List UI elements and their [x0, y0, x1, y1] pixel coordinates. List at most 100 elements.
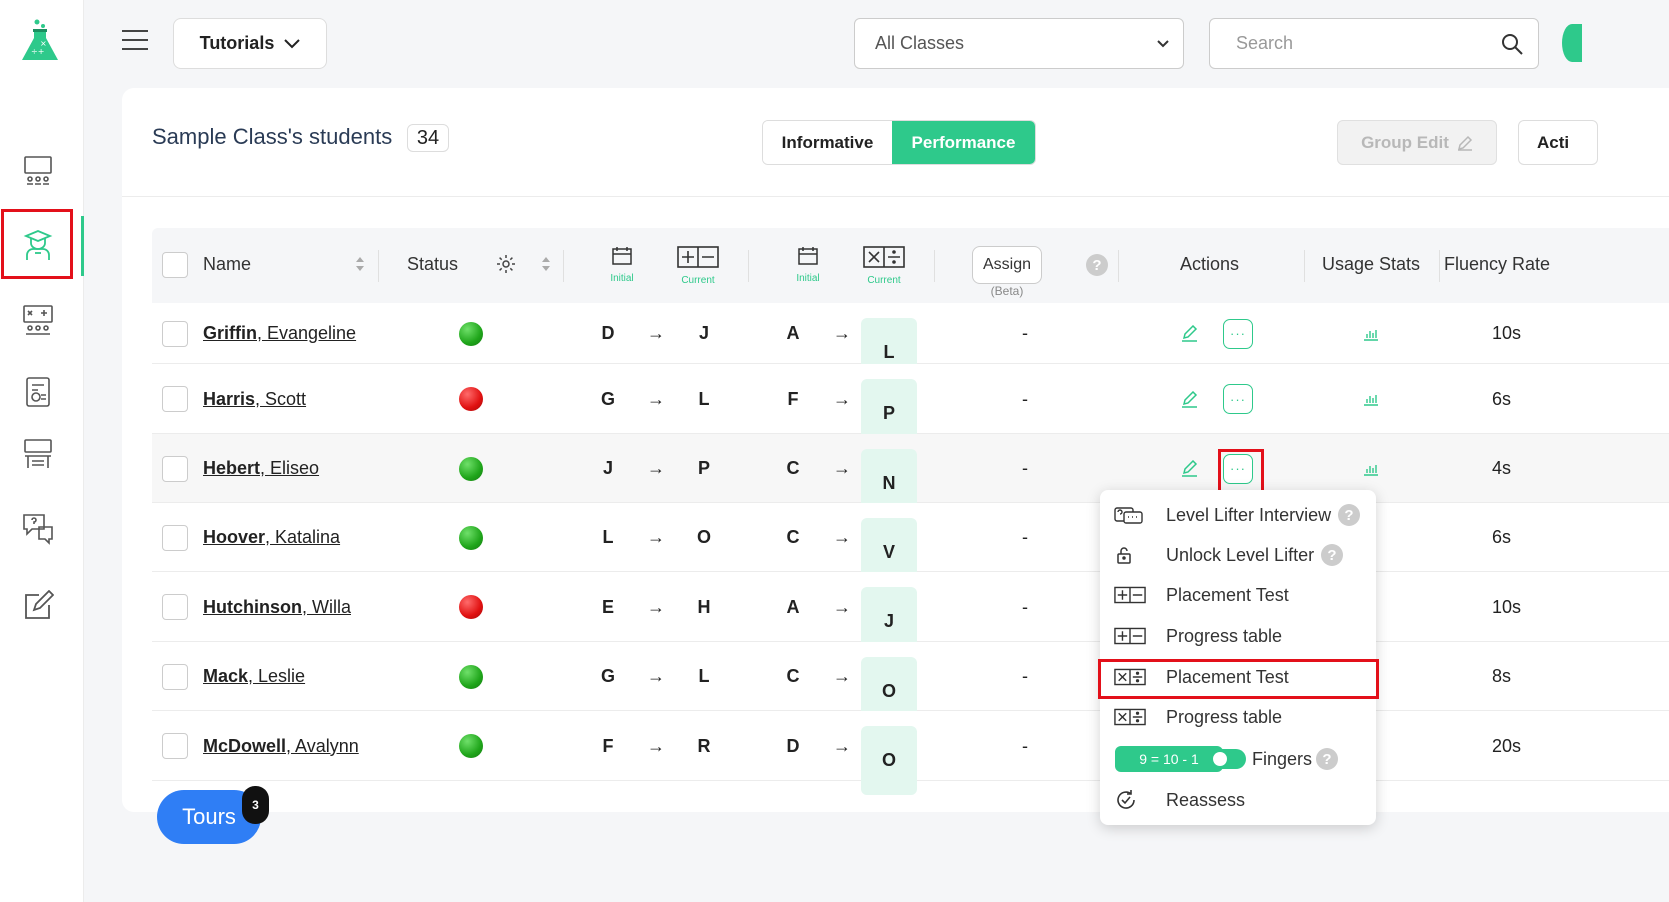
status-green-icon [459, 664, 483, 689]
more-options-button[interactable]: ··· [1223, 384, 1253, 414]
help-icon[interactable]: ? [1316, 748, 1338, 770]
tab-performance[interactable]: Performance [892, 121, 1035, 164]
arrow-right-icon: → [647, 596, 665, 617]
mul-initial-level: D [786, 735, 800, 756]
calendar-icon [798, 247, 818, 265]
student-name-link[interactable]: Griffin, Evangeline [203, 323, 356, 344]
add-current-level: H [697, 596, 711, 617]
add-initial-level: L [602, 527, 614, 547]
add-initial-level: E [601, 596, 614, 617]
more-options-button[interactable]: ··· [1223, 318, 1253, 349]
student-name-link[interactable]: Hebert, Eliseo [203, 458, 319, 479]
row-checkbox[interactable] [162, 524, 188, 551]
tutorials-button[interactable]: Tutorials [173, 18, 327, 69]
assign-value: - [1022, 596, 1028, 617]
table-row: Hebert, Eliseo J → P C → N - ··· 4s [152, 434, 1669, 518]
menu-item-label: Fingers [1252, 748, 1313, 769]
reassess-icon [1117, 790, 1135, 809]
add-initial-level: J [602, 458, 613, 478]
table-row: Hutchinson, WillaE→HA→J-···10s [152, 572, 1669, 656]
row-checkbox[interactable] [162, 594, 188, 620]
avatar[interactable] [1562, 24, 1582, 62]
edit-student-button[interactable] [1181, 364, 1198, 434]
student-name-link[interactable]: Mack, Leslie [203, 666, 305, 687]
assign-value: - [1022, 388, 1028, 409]
help-icon[interactable]: ? [1338, 504, 1360, 526]
arrow-right-icon: → [647, 527, 665, 547]
menu-item-label: Placement Test [1166, 584, 1289, 605]
menu-item-progress-table-add[interactable]: Progress table [1100, 617, 1376, 655]
search-input[interactable] [1236, 33, 1476, 54]
fingers-toggle[interactable] [1210, 749, 1246, 769]
actions-button[interactable]: Acti [1518, 120, 1598, 165]
table-row: Mack, LeslieG→LC→O-···8s [152, 642, 1669, 726]
edit-student-button[interactable] [1181, 303, 1198, 364]
student-first-name: , Eliseo [260, 458, 320, 478]
assign-value: - [1022, 666, 1028, 686]
fluency-rate-value: 6s [1492, 527, 1512, 547]
arrow-right-icon: → [647, 388, 665, 409]
nav-teacher-icon[interactable] [20, 436, 56, 472]
column-fluency-rate[interactable]: Fluency Rate [1444, 254, 1550, 275]
student-first-name: , Scott [255, 388, 307, 409]
search-box [1209, 18, 1539, 69]
menu-item-reassess[interactable]: Reassess [1100, 781, 1376, 819]
row-actions-menu: Level Lifter Interview ? Unlock Level Li… [1100, 490, 1376, 825]
mul-initial-level: C [786, 458, 800, 478]
plus-minus-icon [677, 246, 719, 268]
student-name-link[interactable]: Hoover, Katalina [203, 527, 340, 548]
nav-groups-icon[interactable] [20, 302, 56, 338]
bar-chart-icon [1364, 395, 1378, 406]
fluency-rate-value: 4s [1492, 458, 1512, 478]
nav-support-icon[interactable] [20, 510, 56, 546]
row-checkbox[interactable] [162, 455, 188, 482]
row-checkbox[interactable] [162, 386, 188, 412]
menu-item-level-lifter-interview[interactable]: Level Lifter Interview ? [1100, 496, 1376, 534]
current-label: Current [867, 275, 901, 286]
student-last-name: Hebert [203, 458, 261, 478]
more-button-highlight [1218, 449, 1264, 493]
usage-stats-button[interactable] [1363, 364, 1379, 434]
menu-item-unlock-level-lifter[interactable]: Unlock Level Lifter ? [1100, 536, 1376, 574]
assign-button[interactable]: Assign [972, 246, 1042, 284]
pencil-icon [1457, 135, 1472, 151]
table-row: Harris, Scott G → L F → P - ··· 6s [152, 364, 1669, 448]
student-last-name: Hoover [203, 527, 266, 547]
gear-icon[interactable] [496, 254, 516, 274]
sort-icon[interactable] [541, 254, 551, 274]
class-select[interactable]: All Classes [854, 18, 1184, 69]
menu-icon[interactable] [122, 30, 148, 52]
help-icon[interactable]: ? [1086, 254, 1108, 276]
calendar-icon [612, 247, 632, 265]
sort-icon[interactable] [355, 254, 365, 274]
student-first-name: , Avalynn [286, 735, 359, 756]
mul-initial-level: C [786, 666, 800, 686]
column-name[interactable]: Name [203, 254, 251, 275]
group-edit-button[interactable]: Group Edit [1337, 120, 1497, 165]
add-current-level: P [697, 458, 710, 478]
nav-edit-icon[interactable] [20, 588, 56, 624]
usage-stats-button[interactable] [1363, 303, 1379, 364]
menu-item-placement-test-add[interactable]: Placement Test [1100, 576, 1376, 614]
row-checkbox[interactable] [162, 733, 188, 759]
student-name-link[interactable]: Hutchinson, Willa [203, 597, 351, 618]
nav-classroom-icon[interactable] [20, 152, 56, 188]
tab-informative[interactable]: Informative [763, 121, 892, 164]
add-current-level: L [698, 666, 710, 686]
fluency-rate-value: 10s [1492, 596, 1522, 617]
status-green-icon [459, 525, 483, 550]
arrow-right-icon: → [647, 458, 665, 478]
select-all-checkbox[interactable] [162, 252, 188, 278]
menu-item-progress-table-multiply[interactable]: Progress table [1100, 698, 1376, 736]
student-name-link[interactable]: Harris, Scott [203, 389, 306, 410]
column-status[interactable]: Status [407, 254, 458, 275]
student-name-link[interactable]: McDowell, Avalynn [203, 736, 359, 757]
add-initial-level: G [600, 388, 615, 409]
view-toggle: Informative Performance [762, 120, 1036, 165]
help-icon[interactable]: ? [1321, 544, 1343, 566]
search-icon[interactable] [1500, 32, 1524, 56]
row-checkbox[interactable] [162, 663, 188, 690]
row-checkbox[interactable] [162, 320, 188, 347]
nav-reports-icon[interactable] [20, 374, 56, 410]
app-logo-icon[interactable]: ÷+ × [20, 18, 60, 64]
